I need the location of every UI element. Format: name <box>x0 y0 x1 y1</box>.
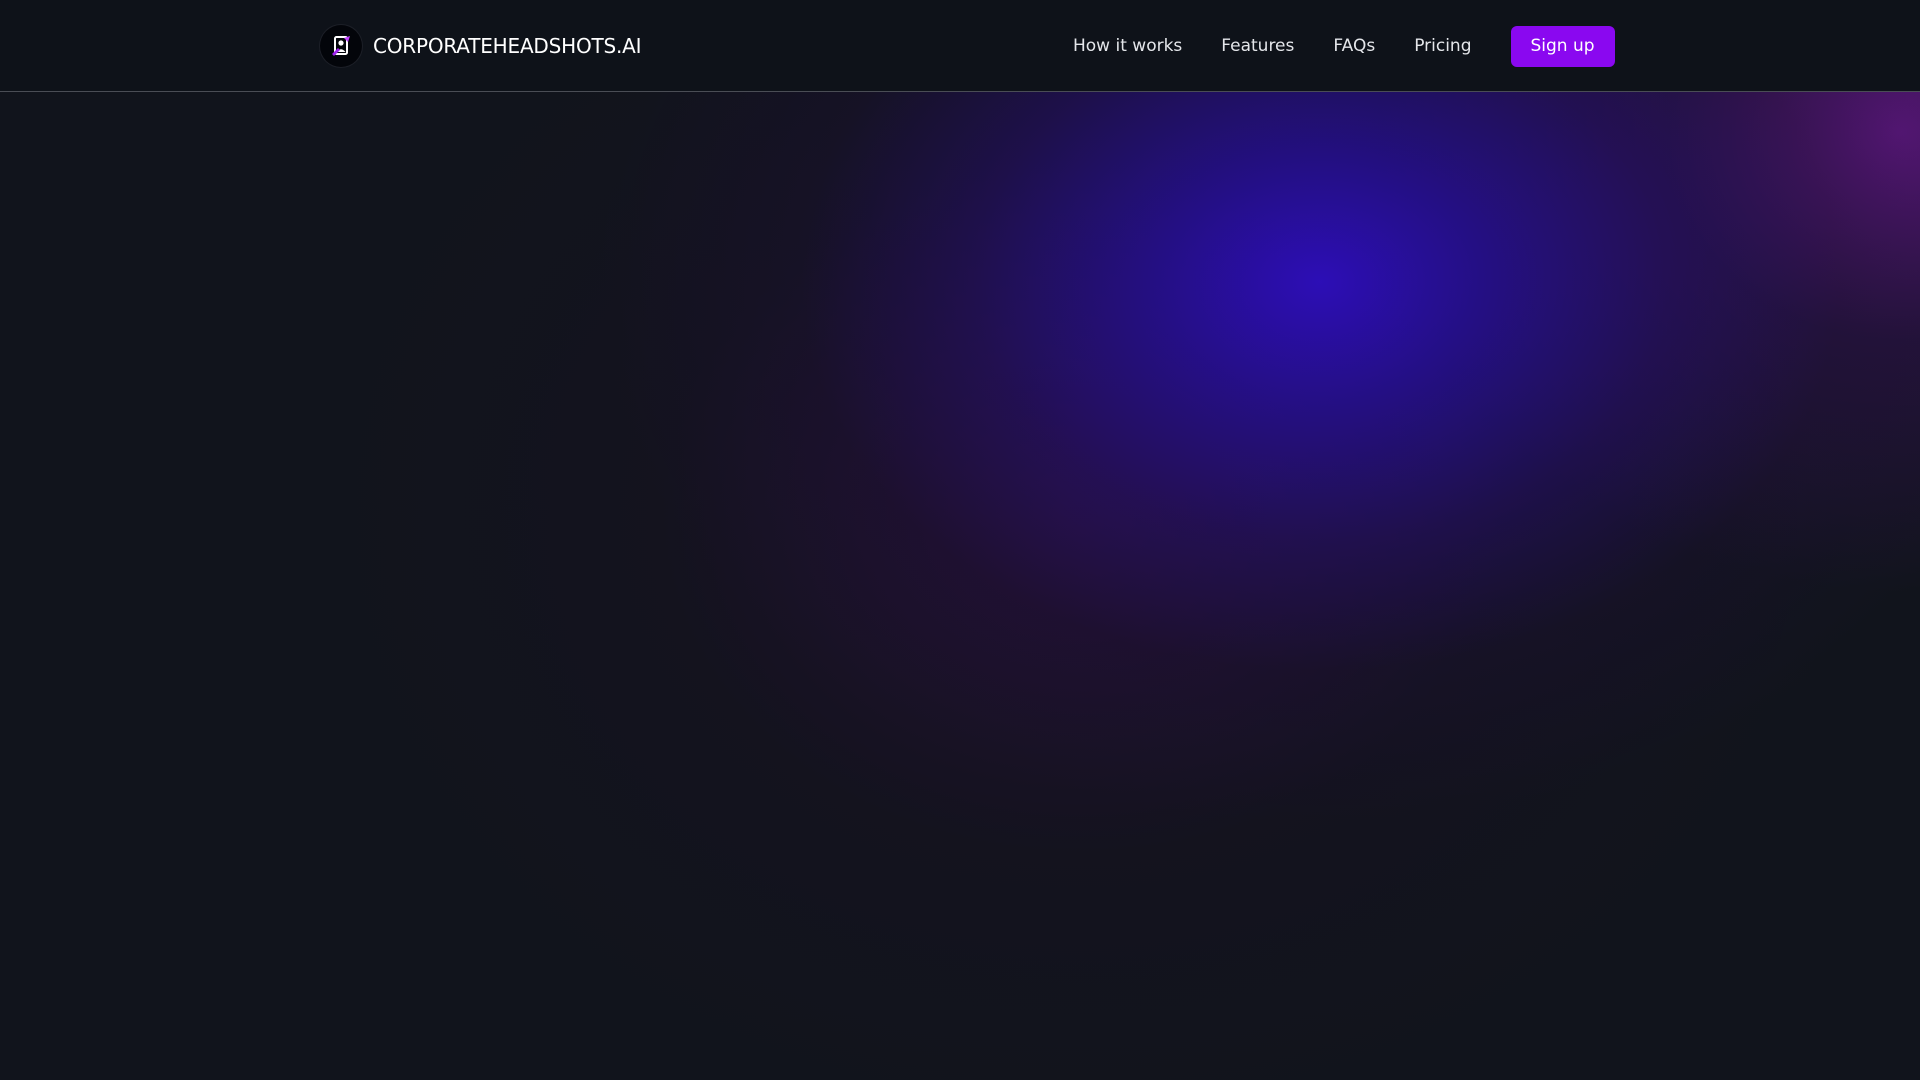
hero-gradient-background <box>0 92 1920 1080</box>
nav-link-how-it-works[interactable]: How it works <box>1073 36 1182 56</box>
page: CORPORATEHEADSHOTS.AI How it works Featu… <box>0 0 1920 1080</box>
main-nav: How it works Features FAQs Pricing Sign … <box>1073 25 1615 67</box>
nav-link-pricing[interactable]: Pricing <box>1414 36 1471 56</box>
signup-button[interactable]: Sign up <box>1510 25 1615 67</box>
brand-name: CORPORATEHEADSHOTS.AI <box>373 34 642 58</box>
headshot-logo-icon <box>320 25 362 67</box>
top-navbar: CORPORATEHEADSHOTS.AI How it works Featu… <box>0 0 1920 92</box>
brand-home-link[interactable]: CORPORATEHEADSHOTS.AI <box>320 25 642 67</box>
nav-link-features[interactable]: Features <box>1221 36 1294 56</box>
nav-link-faqs[interactable]: FAQs <box>1333 36 1375 56</box>
